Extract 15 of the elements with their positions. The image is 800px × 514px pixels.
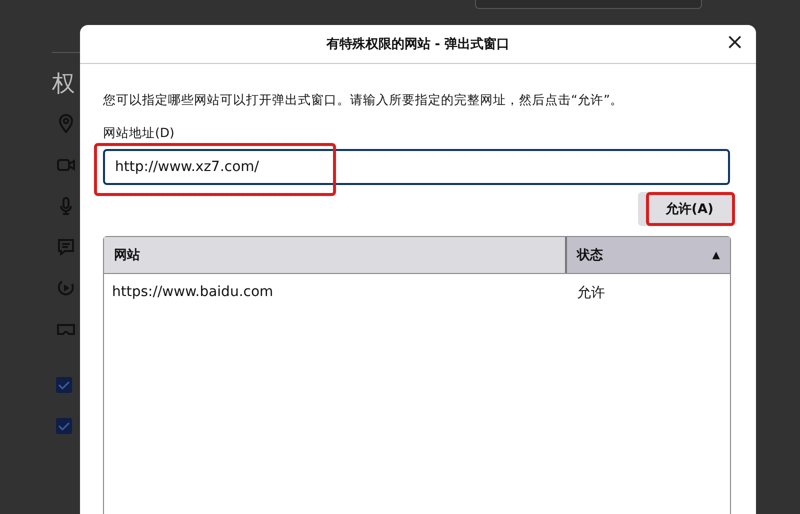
play-circle-icon <box>56 278 76 298</box>
chat-icon <box>56 237 76 257</box>
location-icon <box>56 114 76 134</box>
column-header[interactable]: 状态 ▲ <box>565 237 730 273</box>
section-heading: 权 <box>52 70 76 99</box>
table-cell-text: https://www.baidu.com <box>111 284 274 302</box>
table-cell-text: 允许 <box>576 284 606 302</box>
close-button[interactable]: × <box>724 31 746 55</box>
checkbox[interactable] <box>56 418 72 434</box>
dialog-title: 有特殊权限的网站 - 弹出式窗口 <box>326 36 510 53</box>
url-field[interactable]: http://www.xz7.com/ <box>103 149 730 185</box>
column-header[interactable]: 网站 <box>104 237 565 273</box>
description-text: 您可以指定哪些网站可以打开弹出式窗口。请输入所要指定的完整网址，然后点击“允许”。 <box>103 92 624 109</box>
field-label: 网站地址(D) <box>103 125 176 142</box>
checkbox[interactable] <box>56 377 72 393</box>
